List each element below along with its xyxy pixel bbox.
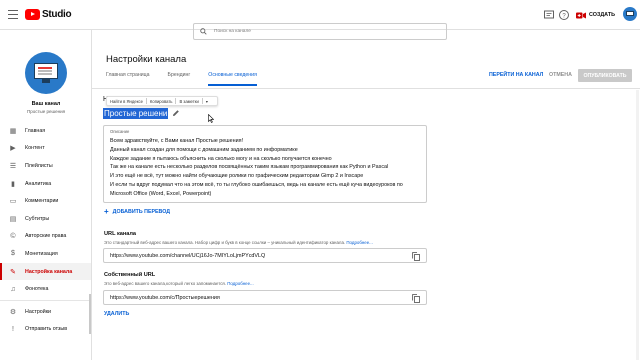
custom-url-description: Это веб-адрес вашего канала,который легк… — [104, 281, 254, 286]
channel-name: Ваш канал — [31, 101, 61, 107]
add-translation-button[interactable]: + ДОБАВИТЬ ПЕРЕВОД — [104, 207, 171, 216]
audio-library-icon: ♫ — [10, 285, 16, 293]
sidebar-item-label: Плейлисты — [25, 162, 53, 169]
playlists-icon: ☰ — [9, 162, 17, 170]
feedback-icon: ! — [12, 325, 14, 333]
sidebar-item-playlists[interactable]: ☰ Плейлисты — [0, 157, 91, 175]
save-to-notes-button[interactable]: В заметки — [179, 99, 198, 104]
channel-url-title: URL канала — [104, 231, 137, 237]
create-button[interactable]: СОЗДАТЬ — [576, 9, 615, 21]
publish-button[interactable]: ОПУБЛИКОВАТЬ — [578, 69, 632, 82]
sidebar-item-subtitles[interactable]: ▤ Субтитры — [0, 210, 91, 228]
sidebar-item-feedback[interactable]: ! Отправить отзыв — [0, 321, 91, 339]
sidebar-item-label: Главная — [25, 127, 46, 134]
sidebar-item-analytics[interactable]: ▮ Аналитика — [0, 175, 91, 193]
mouse-cursor-icon — [208, 114, 214, 123]
find-in-yandex-button[interactable]: Найти в Яндексе — [110, 99, 143, 104]
copy-icon[interactable] — [412, 294, 420, 303]
sidebar-item-label: Отправить отзыв — [25, 326, 68, 333]
settings-icon: ⚙ — [9, 308, 17, 316]
dashboard-icon: ▦ — [9, 127, 17, 135]
tab-bar: Главная страница Брендинг Основные сведе… — [106, 72, 275, 86]
main-scrollbar[interactable] — [636, 90, 639, 360]
sidebar-item-label: Субтитры — [25, 215, 50, 222]
selection-popup: Найти в Яндексе Копировать В заметки ▾ — [106, 96, 218, 106]
custom-url-value: https://www.youtube.com/c/Простыерешения — [110, 294, 220, 301]
channel-url-field[interactable]: https://www.youtube.com/channel/UCj16Jo-… — [103, 248, 427, 263]
sidebar-item-label: Настройка канала — [25, 268, 73, 275]
sidebar-scrollbar[interactable] — [89, 294, 91, 334]
customization-icon: ✎ — [10, 268, 16, 276]
channel-name-input[interactable]: Простые решени — [103, 108, 169, 119]
analytics-icon: ▮ — [11, 180, 15, 188]
search-input[interactable]: Поиск на канале — [193, 23, 447, 40]
sidebar-divider — [0, 299, 91, 301]
learn-more-link[interactable]: Подробнее... — [227, 281, 253, 286]
add-translation-label: ДОБАВИТЬ ПЕРЕВОД — [112, 209, 171, 215]
logo-text: Studio — [42, 9, 72, 20]
sidebar-item-comments[interactable]: ▭ Комментарии — [0, 192, 91, 210]
sidebar-item-settings[interactable]: ⚙ Настройки — [0, 303, 91, 321]
custom-url-field[interactable]: https://www.youtube.com/c/Простыерешения — [103, 290, 427, 305]
copy-button[interactable]: Копировать — [150, 99, 173, 104]
youtube-logo-icon — [25, 9, 40, 20]
sidebar: Ваш канал Простые решения ▦ Главная ▶ Ко… — [0, 30, 92, 360]
video-camera-icon — [576, 12, 586, 18]
sidebar-nav: ▦ Главная ▶ Контент ☰ Плейлисты ▮ Аналит… — [0, 122, 91, 339]
channel-url-desc-text: Это стандартный веб-адрес вашего канала.… — [104, 240, 346, 245]
pencil-icon[interactable] — [172, 109, 180, 117]
content-icon: ▶ — [10, 145, 16, 153]
view-channel-button[interactable]: ПЕРЕЙТИ НА КАНАЛ — [489, 72, 543, 78]
channel-subtitle: Простые решения — [26, 109, 66, 114]
sidebar-item-audio-library[interactable]: ♫ Фонотека — [0, 280, 91, 298]
sidebar-item-label: Фонотека — [25, 286, 49, 293]
description-text[interactable]: Всем здравствуйте, с Вами канал Простые … — [110, 137, 420, 199]
plus-icon: + — [104, 207, 109, 216]
help-icon[interactable]: ? — [558, 9, 570, 21]
search-placeholder: Поиск на канале — [214, 29, 251, 34]
account-avatar[interactable] — [623, 7, 637, 21]
page-title: Настройки канала — [106, 54, 187, 65]
tab-branding[interactable]: Брендинг — [168, 72, 191, 86]
delete-url-button[interactable]: УДАЛИТЬ — [104, 311, 129, 317]
search-icon — [200, 28, 207, 35]
sidebar-item-label: Монетизация — [25, 250, 58, 257]
sidebar-item-copyright[interactable]: © Авторские права — [0, 228, 91, 246]
monetization-icon: $ — [11, 250, 15, 258]
sidebar-item-label: Настройки — [25, 308, 51, 315]
sidebar-item-monetization[interactable]: $ Монетизация — [0, 245, 91, 263]
description-label: Описание — [110, 129, 130, 134]
top-bar: Studio Поиск на канале ? СОЗДАТЬ — [0, 0, 640, 40]
cancel-button[interactable]: ОТМЕНА — [549, 72, 572, 78]
create-label: СОЗДАТЬ — [589, 12, 615, 18]
sidebar-item-dashboard[interactable]: ▦ Главная — [0, 122, 91, 140]
sidebar-item-label: Контент — [25, 145, 45, 152]
menu-icon[interactable] — [8, 10, 18, 19]
description-field[interactable]: Описание Всем здравствуйте, с Вами канал… — [103, 125, 427, 203]
subtitles-icon: ▤ — [9, 215, 17, 223]
copy-icon[interactable] — [412, 252, 420, 261]
learn-more-link[interactable]: Подробнее... — [346, 240, 372, 245]
channel-url-description: Это стандартный веб-адрес вашего канала.… — [104, 240, 373, 245]
header-divider — [92, 88, 640, 89]
messages-icon[interactable] — [543, 9, 555, 21]
sidebar-item-content[interactable]: ▶ Контент — [0, 140, 91, 158]
tab-basic-info[interactable]: Основные сведения — [208, 72, 257, 86]
sidebar-item-label: Авторские права — [25, 233, 67, 240]
channel-avatar[interactable] — [25, 52, 67, 94]
channel-url-value: https://www.youtube.com/channel/UCj16Jo-… — [110, 252, 266, 259]
chevron-down-icon[interactable]: ▾ — [206, 99, 208, 104]
copyright-icon: © — [10, 232, 16, 240]
studio-logo[interactable]: Studio — [25, 9, 72, 20]
comments-icon: ▭ — [9, 198, 17, 206]
custom-url-desc-text: Это веб-адрес вашего канала,который легк… — [104, 281, 227, 286]
sidebar-item-customization[interactable]: ✎ Настройка канала — [0, 262, 91, 281]
svg-text:?: ? — [562, 13, 566, 19]
sidebar-item-label: Аналитика — [25, 180, 52, 187]
tab-home[interactable]: Главная страница — [106, 72, 150, 86]
custom-url-title: Собственный URL — [104, 272, 156, 278]
sidebar-item-label: Комментарии — [25, 198, 59, 205]
